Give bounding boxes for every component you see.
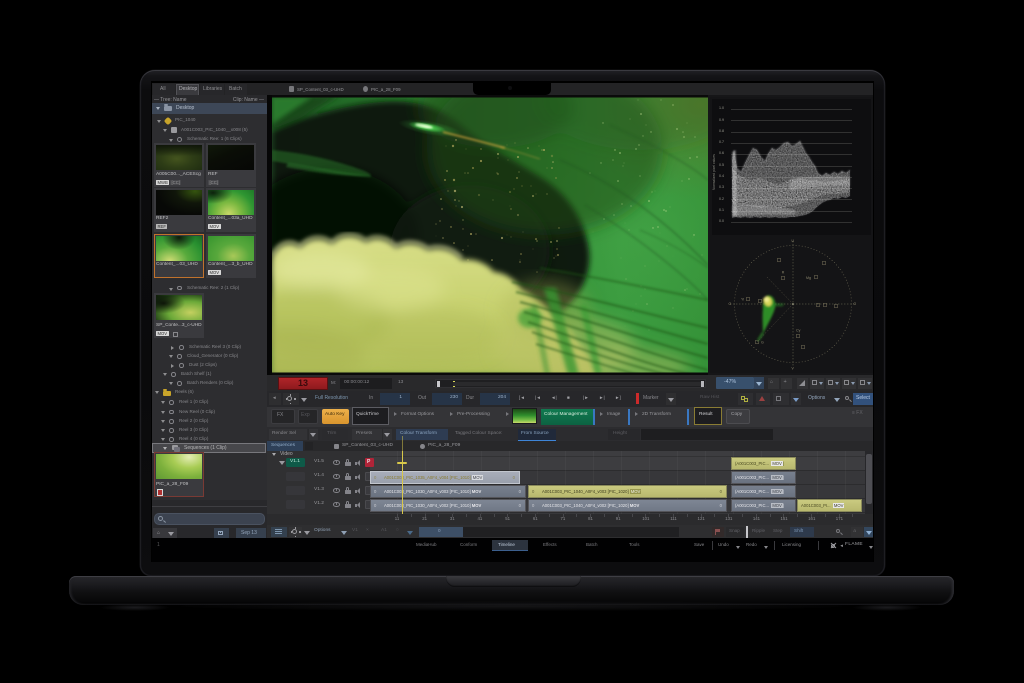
svg-text:O: O [729,302,732,306]
svg-text:Mg: Mg [806,276,811,280]
svg-text:O: O [854,302,857,306]
svg-text:Cy: Cy [796,329,801,333]
svg-text:U: U [792,239,795,243]
svg-text:G: G [761,341,764,345]
svg-text:Yl: Yl [741,298,744,302]
svg-text:V: V [792,367,795,371]
svg-text:R: R [782,271,785,275]
